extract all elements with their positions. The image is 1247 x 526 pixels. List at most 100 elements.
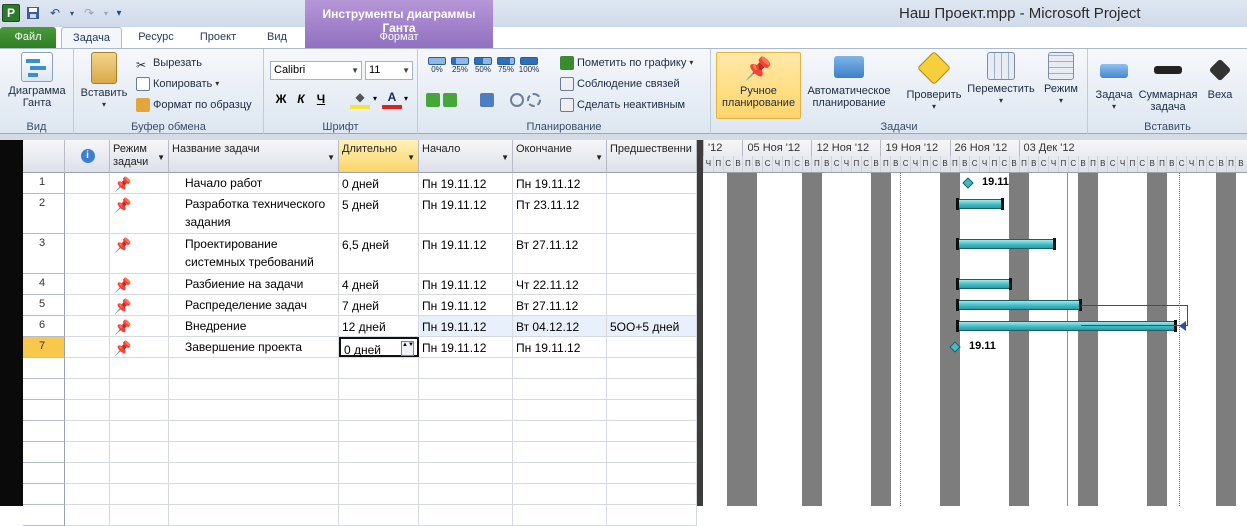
cell-finish[interactable] xyxy=(513,400,607,420)
mark-on-track-button[interactable]: Пометить по графику ▾ xyxy=(560,54,693,72)
milestone-button[interactable]: Веха xyxy=(1200,52,1240,101)
cell-mode[interactable]: 📌 xyxy=(110,274,169,294)
cell-start[interactable]: Пн 19.11.12 xyxy=(419,295,513,315)
cell-start[interactable]: Пн 19.11.12 xyxy=(419,173,513,193)
cell-mode[interactable] xyxy=(110,400,169,420)
cell-duration[interactable] xyxy=(339,505,419,525)
cut-button[interactable]: ✂ Вырезать xyxy=(136,54,202,72)
cell-predecessors[interactable] xyxy=(607,358,697,378)
cell-finish[interactable]: Вт 27.11.12 xyxy=(513,234,607,273)
cell-info[interactable] xyxy=(65,234,110,273)
cell-finish[interactable]: Пт 23.11.12 xyxy=(513,194,607,233)
row-number[interactable] xyxy=(23,442,65,463)
cell-mode[interactable] xyxy=(110,505,169,525)
link-tasks-button[interactable] xyxy=(510,91,541,109)
cell-start[interactable] xyxy=(419,505,513,525)
empty-row[interactable] xyxy=(65,463,697,484)
cell-start[interactable]: Пн 19.11.12 xyxy=(419,337,513,357)
cell-finish[interactable]: Вт 04.12.12 xyxy=(513,316,607,336)
manual-schedule-button[interactable]: 📌 Ручное планирование xyxy=(716,52,801,119)
percent-complete-50-button[interactable]: 50% xyxy=(472,57,494,83)
cell-duration[interactable] xyxy=(339,463,419,483)
column-header-finish[interactable]: Окончание ▼ xyxy=(513,140,607,173)
cell-start[interactable]: Пн 19.11.12 xyxy=(419,274,513,294)
milestone-marker[interactable] xyxy=(962,177,974,189)
summary-task-button[interactable]: Суммарная задача xyxy=(1136,52,1200,113)
undo-dropdown-icon[interactable]: ▾ xyxy=(68,4,76,22)
cell-predecessors[interactable] xyxy=(607,173,697,193)
cell-duration[interactable]: 5 дней xyxy=(339,194,419,233)
table-row[interactable]: 📌 Проектирование системных требований 6,5 … xyxy=(65,234,697,274)
cell-predecessors[interactable] xyxy=(607,463,697,483)
table-row[interactable]: 📌 Завершение проекта 0 дней ▲▼ Пн 19.11.12 Пн… xyxy=(65,337,697,358)
cell-name[interactable]: Распределение задач xyxy=(169,295,339,315)
cell-name[interactable] xyxy=(169,379,339,399)
column-header-start[interactable]: Начало ▼ xyxy=(419,140,513,173)
tab-project[interactable]: Проект xyxy=(188,27,248,48)
cell-finish[interactable]: Вт 27.11.12 xyxy=(513,295,607,315)
row-number[interactable]: 5 xyxy=(23,295,65,316)
cell-mode[interactable]: 📌 xyxy=(110,173,169,193)
table-row[interactable]: 📌 Распределение задач 7 дней Пн 19.11.12 Вт … xyxy=(65,295,697,316)
percent-complete-0-button[interactable]: 0% xyxy=(426,57,448,83)
cell-mode[interactable]: 📌 xyxy=(110,194,169,233)
row-number[interactable] xyxy=(23,484,65,505)
undo-icon[interactable]: ↶ xyxy=(46,4,64,22)
row-number[interactable]: 1 xyxy=(23,173,65,194)
cell-info[interactable] xyxy=(65,274,110,294)
font-name-combo[interactable]: Calibri ▼ xyxy=(270,61,362,80)
task-bar[interactable] xyxy=(955,278,1013,290)
cell-start[interactable]: Пн 19.11.12 xyxy=(419,316,513,336)
cell-finish[interactable] xyxy=(513,484,607,504)
cell-predecessors[interactable] xyxy=(607,295,697,315)
cell-finish[interactable] xyxy=(513,421,607,441)
column-header-duration[interactable]: Длительно ▼ xyxy=(339,140,419,173)
auto-schedule-button[interactable]: Автоматическое планирование xyxy=(803,52,895,109)
column-header-predecessors[interactable]: Предшественни xyxy=(607,140,697,173)
empty-row[interactable] xyxy=(65,505,697,526)
move-button[interactable]: Переместить ▾ xyxy=(967,52,1035,107)
cell-start[interactable] xyxy=(419,400,513,420)
task-bar[interactable] xyxy=(955,198,1005,210)
row-number[interactable]: 6 xyxy=(23,316,65,337)
cell-info[interactable] xyxy=(65,442,110,462)
cell-predecessors[interactable] xyxy=(607,421,697,441)
row-number[interactable] xyxy=(23,400,65,421)
cell-finish[interactable] xyxy=(513,463,607,483)
task-bar[interactable] xyxy=(956,238,1056,250)
cell-info[interactable] xyxy=(65,505,110,525)
tab-view[interactable]: Вид xyxy=(252,27,302,48)
cell-name[interactable] xyxy=(169,421,339,441)
percent-complete-75-button[interactable]: 75% xyxy=(495,57,517,83)
font-size-combo[interactable]: 11 ▼ xyxy=(365,61,413,80)
cell-duration[interactable]: 12 дней xyxy=(339,316,419,336)
column-header-mode[interactable]: Режим задачи ▼ xyxy=(110,140,169,173)
empty-row[interactable] xyxy=(65,484,697,505)
cell-predecessors[interactable] xyxy=(607,442,697,462)
cell-finish[interactable] xyxy=(513,505,607,525)
insert-task-button[interactable]: Задача ▾ xyxy=(1092,52,1136,113)
percent-complete-25-button[interactable]: 25% xyxy=(449,57,471,83)
cell-duration[interactable]: 0 дней xyxy=(339,173,419,193)
split-task-button[interactable] xyxy=(480,91,494,109)
redo-dropdown-icon[interactable]: ▾ xyxy=(102,4,110,22)
cell-finish[interactable]: Пн 19.11.12 xyxy=(513,337,607,357)
gantt-chart-button[interactable]: Диаграмма Ганта xyxy=(3,52,71,109)
project-logo-icon[interactable]: P xyxy=(2,4,20,22)
cell-duration[interactable]: 4 дней xyxy=(339,274,419,294)
column-header-name[interactable]: Название задачи ▼ xyxy=(169,140,339,173)
row-number[interactable] xyxy=(23,358,65,379)
cell-finish[interactable] xyxy=(513,442,607,462)
save-icon[interactable] xyxy=(24,4,42,22)
cell-duration[interactable]: 6,5 дней xyxy=(339,234,419,273)
cell-name[interactable]: Разработка технического задания xyxy=(169,194,339,233)
row-number[interactable]: 2 xyxy=(23,194,65,234)
duration-spinner[interactable]: ▲▼ xyxy=(401,341,414,356)
cell-predecessors[interactable]: 5ОО+5 дней xyxy=(607,316,697,336)
cell-mode[interactable] xyxy=(110,442,169,462)
cell-finish[interactable] xyxy=(513,379,607,399)
cell-mode[interactable]: 📌 xyxy=(110,337,169,357)
cell-duration[interactable]: 0 дней ▲▼ xyxy=(339,337,419,357)
cell-name[interactable] xyxy=(169,358,339,378)
table-row[interactable]: 📌 Внедрение 12 дней Пн 19.11.12 Вт 04.12.12 5… xyxy=(65,316,697,337)
